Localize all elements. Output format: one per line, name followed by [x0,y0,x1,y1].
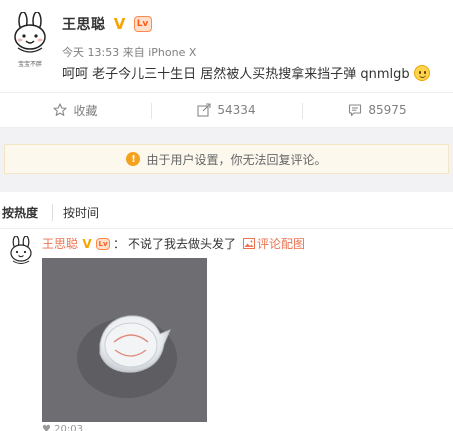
comment-separator: ： [113,237,126,251]
comment-count: 85975 [368,103,407,117]
star-icon [53,103,68,116]
verified-v-icon[interactable]: V [81,237,93,251]
post-meta: 今天 13:53 来自 iPhone X [62,44,196,60]
post-source[interactable]: iPhone X [148,46,196,59]
rabbit-avatar-icon [14,12,46,53]
image-icon [243,238,256,249]
level-badge-icon[interactable]: Lv [96,237,111,250]
post-action-bar: 收藏 54334 85975 [0,92,453,128]
avatar-caption: 宝宝不胖 [17,61,42,68]
share-icon [197,103,211,117]
level-badge-icon[interactable]: Lv [133,16,152,32]
repost-button[interactable]: 54334 [151,93,302,127]
comment-photo[interactable] [42,258,207,422]
post-content: 呵呵 老子今儿三十生日 居然被人买热搜拿来挡子弹 qnmlgb [62,63,430,82]
divider [0,228,453,229]
favorite-button[interactable]: 收藏 [0,93,151,127]
comment-text: 不说了我去做头发了 [128,237,237,251]
author-line: 王思聪 V Lv [62,14,152,34]
smile-emoji-icon [413,64,430,81]
condiment-cup-image [42,258,207,422]
comment-button[interactable]: 85975 [302,93,453,127]
comment-picture-label: 评论配图 [257,237,306,251]
weibo-post: 宝宝不胖 王思聪 V Lv 今天 13:53 来自 iPhone X 呵呵 老子… [0,0,453,92]
warning-icon: ! [126,152,141,166]
author-avatar[interactable]: 宝宝不胖 [8,12,52,68]
tab-sort-hot[interactable]: 按热度 [0,204,44,221]
reply-disabled-notice: ! 由于用户设置，你无法回复评论。 [4,144,449,174]
source-prefix: 来自 [122,46,145,59]
comment-picture-link[interactable]: 评论配图 [243,235,305,252]
comment-author-name[interactable]: 王思聪 [42,235,78,252]
comment-author-avatar[interactable] [6,236,36,270]
post-time[interactable]: 今天 13:53 [62,46,119,59]
comment-footer: ♥ 20:03 [42,424,83,431]
comment-section: 按热度 按时间 王思聪 V Lv ： 不说了我去做头发了 评论配图 ♥ 20:0… [0,192,453,431]
repost-count: 54334 [217,103,256,117]
verified-v-icon[interactable]: V [112,15,128,33]
comment-icon [349,104,362,117]
post-text: 呵呵 老子今儿三十生日 居然被人买热搜拿来挡子弹 qnmlgb [62,67,410,82]
favorite-label: 收藏 [73,103,98,118]
comment-line: 王思聪 V Lv ： 不说了我去做头发了 评论配图 [42,235,305,252]
tab-sort-time[interactable]: 按时间 [52,204,105,221]
rabbit-avatar-icon [10,236,32,264]
notice-text: 由于用户设置，你无法回复评论。 [146,152,327,167]
author-name[interactable]: 王思聪 [62,14,106,34]
comment-sort-tabs: 按热度 按时间 [0,204,105,221]
